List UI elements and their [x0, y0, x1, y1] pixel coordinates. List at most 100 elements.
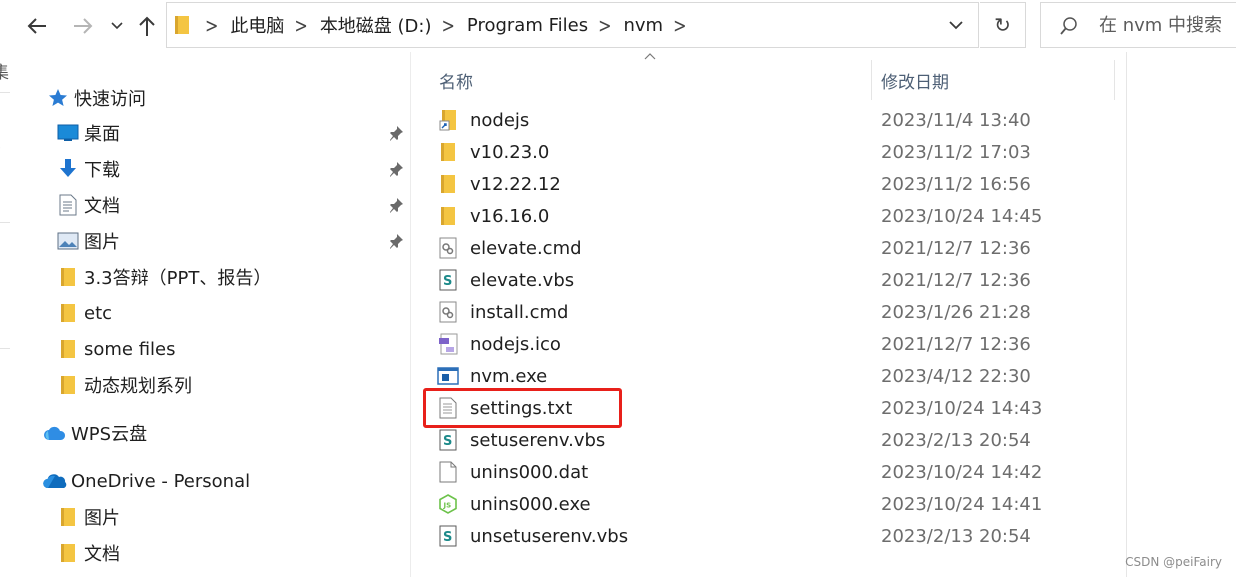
recent-locations-button[interactable] — [108, 10, 126, 42]
download-icon — [56, 157, 80, 181]
file-row-unins-exe[interactable]: JS unins000.exe 2023/10/24 14:41 — [436, 488, 1126, 520]
pin-icon[interactable] — [388, 233, 404, 249]
file-row-elevate-vbs[interactable]: S elevate.vbs 2021/12/7 12:36 — [436, 264, 1126, 296]
breadcrumb-program-files[interactable]: Program Files — [463, 15, 592, 36]
nav-label: 文档 — [84, 196, 120, 217]
up-button[interactable] — [134, 10, 160, 42]
nav-item-etc[interactable]: etc — [56, 296, 112, 330]
file-date: 2023/4/12 22:30 — [881, 365, 1031, 387]
nav-label: 快速访问 — [74, 89, 146, 110]
pin-icon[interactable] — [388, 197, 404, 213]
folder-icon — [56, 505, 80, 529]
edge-glyph: 亻 — [0, 147, 9, 167]
breadcrumb-this-pc[interactable]: 此电脑 — [226, 12, 288, 38]
arrow-up-icon — [139, 16, 155, 36]
breadcrumb-nvm[interactable]: nvm — [620, 15, 668, 36]
svg-text:S: S — [443, 274, 452, 289]
file-row-nodejs-ico[interactable]: nodejs.ico 2021/12/7 12:36 — [436, 328, 1126, 360]
nav-item-documents[interactable]: 文档 — [56, 188, 120, 222]
file-row-install-cmd[interactable]: install.cmd 2023/1/26 21:28 — [436, 296, 1126, 328]
search-box[interactable] — [1040, 2, 1236, 48]
vbs-file-icon: S — [436, 524, 460, 548]
pin-icon[interactable] — [388, 125, 404, 141]
chevron-right-icon[interactable]: > — [592, 13, 619, 37]
file-row-unins-dat[interactable]: unins000.dat 2023/10/24 14:42 — [436, 456, 1126, 488]
navigation-pane: 快速访问 桌面 下载 文档 图片 3.3答辩（PPT、报告） etc some … — [10, 52, 410, 577]
file-name: unins000.dat — [470, 461, 589, 483]
file-date: 2021/12/7 12:36 — [881, 237, 1031, 259]
nav-onedrive-documents[interactable]: 文档 — [56, 536, 120, 570]
nav-label: WPS云盘 — [71, 424, 148, 445]
sort-ascending-icon — [644, 53, 656, 60]
chevron-right-icon[interactable]: > — [667, 13, 694, 37]
search-input[interactable] — [1099, 3, 1236, 47]
file-name: unins000.exe — [470, 493, 591, 515]
file-date: 2023/11/2 16:56 — [881, 173, 1031, 195]
file-date: 2023/11/2 17:03 — [881, 141, 1031, 163]
chevron-right-icon[interactable]: > — [199, 13, 226, 37]
vbs-file-icon: S — [436, 268, 460, 292]
nav-item-pictures[interactable]: 图片 — [56, 224, 120, 258]
background-window-edge: 集 亻 — [0, 52, 10, 577]
nav-item-dp-series[interactable]: 动态规划系列 — [56, 368, 192, 402]
svg-text:S: S — [443, 434, 452, 449]
onedrive-cloud-icon — [43, 469, 67, 493]
folder-icon — [436, 204, 460, 228]
nav-wps-cloud[interactable]: WPS云盘 — [43, 416, 147, 450]
file-row-unsetuserenv-vbs[interactable]: S unsetuserenv.vbs 2023/2/13 20:54 — [436, 520, 1126, 552]
node-exe-icon: JS — [436, 492, 460, 516]
column-header-name[interactable]: 名称 — [439, 60, 869, 100]
file-row-v10[interactable]: v10.23.0 2023/11/2 17:03 — [436, 136, 1126, 168]
file-list: 名称 修改日期 nodejs 2023/11/4 13:40 v10.23.0 … — [411, 52, 1126, 577]
arrow-left-icon — [27, 18, 46, 34]
chevron-right-icon[interactable]: > — [436, 13, 463, 37]
nav-item-desktop[interactable]: 桌面 — [56, 116, 120, 150]
refresh-button[interactable]: ↻ — [980, 2, 1026, 48]
refresh-icon: ↻ — [994, 13, 1011, 37]
file-row-v16[interactable]: v16.16.0 2023/10/24 14:45 — [436, 200, 1126, 232]
file-name: v10.23.0 — [470, 141, 550, 163]
column-divider[interactable] — [871, 60, 872, 100]
nav-label: OneDrive - Personal — [71, 470, 251, 492]
nav-label: 动态规划系列 — [84, 376, 192, 397]
chevron-down-icon — [111, 22, 123, 30]
nav-label: 下载 — [84, 160, 120, 181]
file-date: 2023/2/13 20:54 — [881, 429, 1031, 451]
nav-quick-access[interactable]: 快速访问 — [46, 81, 146, 115]
nav-onedrive-pictures[interactable]: 图片 — [56, 500, 120, 534]
folder-icon — [56, 301, 80, 325]
nav-onedrive[interactable]: OneDrive - Personal — [43, 464, 250, 498]
file-name: setuserenv.vbs — [470, 429, 606, 451]
address-history-dropdown[interactable] — [934, 3, 978, 47]
nav-item-defense-folder[interactable]: 3.3答辩（PPT、报告） — [56, 260, 271, 294]
file-name: nodejs.ico — [470, 333, 561, 355]
column-divider[interactable] — [1114, 60, 1115, 100]
file-date: 2021/12/7 12:36 — [881, 269, 1031, 291]
ico-file-icon — [436, 332, 460, 356]
pin-icon[interactable] — [388, 161, 404, 177]
svg-text:S: S — [443, 530, 452, 545]
vbs-file-icon: S — [436, 428, 460, 452]
forward-button[interactable] — [68, 10, 98, 42]
file-row-v12[interactable]: v12.22.12 2023/11/2 16:56 — [436, 168, 1126, 200]
folder-icon — [56, 265, 80, 289]
folder-icon — [174, 15, 190, 39]
highlight-annotation-box — [423, 388, 622, 428]
file-date: 2021/12/7 12:36 — [881, 333, 1031, 355]
file-row-nodejs[interactable]: nodejs 2023/11/4 13:40 — [436, 104, 1126, 136]
pane-divider — [1126, 52, 1127, 577]
search-icon — [1059, 16, 1079, 40]
back-button[interactable] — [22, 10, 52, 42]
watermark: CSDN @peiFairy — [1125, 555, 1222, 569]
chevron-down-icon — [949, 20, 963, 29]
column-header-date-modified[interactable]: 修改日期 — [881, 60, 1111, 100]
breadcrumb-local-disk[interactable]: 本地磁盘 (D:) — [316, 12, 436, 38]
nav-item-downloads[interactable]: 下载 — [56, 152, 120, 186]
address-bar[interactable]: > 此电脑 > 本地磁盘 (D:) > Program Files > nvm … — [166, 2, 979, 48]
file-row-elevate-cmd[interactable]: elevate.cmd 2021/12/7 12:36 — [436, 232, 1126, 264]
file-row-setuserenv-vbs[interactable]: S setuserenv.vbs 2023/2/13 20:54 — [436, 424, 1126, 456]
chevron-right-icon[interactable]: > — [288, 13, 315, 37]
nav-item-some-files[interactable]: some files — [56, 332, 176, 366]
file-date: 2023/10/24 14:41 — [881, 493, 1043, 515]
divider — [0, 348, 10, 349]
